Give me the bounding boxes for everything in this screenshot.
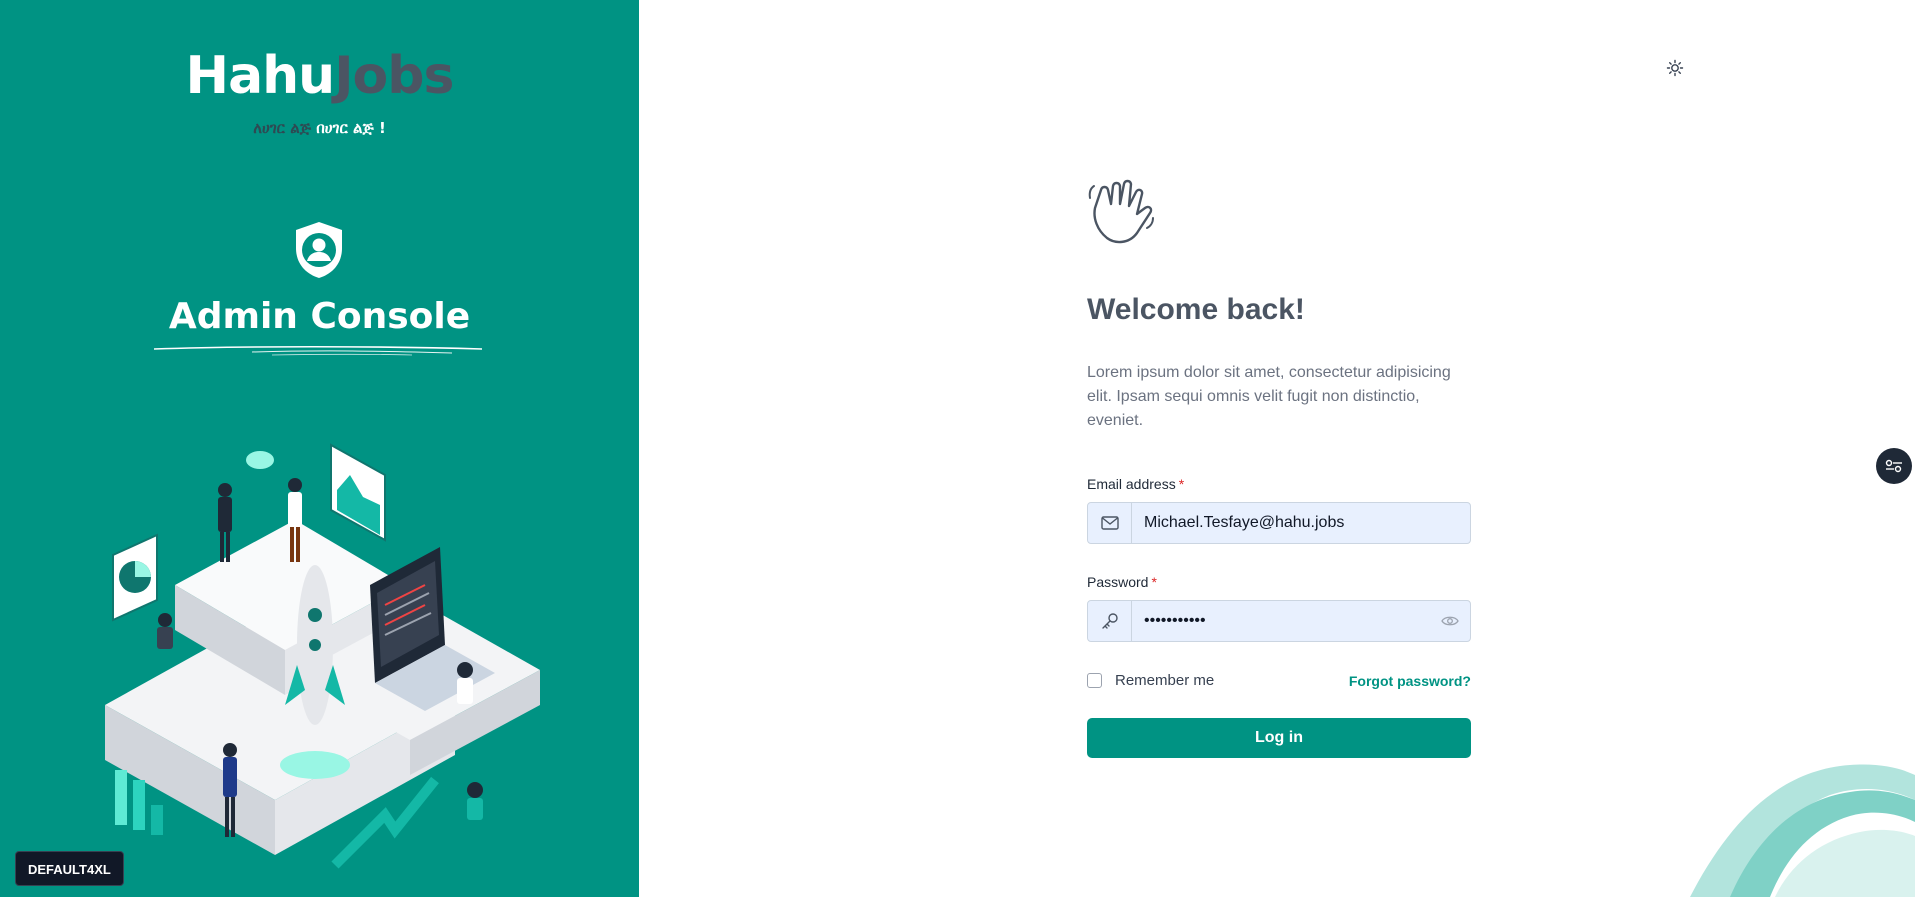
forgot-password-link[interactable]: Forgot password? bbox=[1349, 673, 1471, 689]
password-input[interactable] bbox=[1132, 601, 1430, 641]
team-illustration bbox=[105, 443, 540, 869]
title-underline bbox=[153, 345, 483, 356]
settings-toggle-icon bbox=[1885, 459, 1902, 473]
tagline: ለሀገር ልጅ በሀገር ልጅ ! bbox=[0, 119, 639, 137]
email-field bbox=[1087, 502, 1471, 544]
logo-hahu: Hahu bbox=[185, 46, 336, 106]
sun-icon[interactable] bbox=[1666, 59, 1684, 77]
shield-user-icon bbox=[292, 220, 346, 280]
environment-badge: DEFAULT4XL bbox=[15, 851, 124, 886]
required-marker: * bbox=[1151, 574, 1157, 590]
email-label-text: Email address bbox=[1087, 476, 1176, 492]
logo-jobs: Jobs bbox=[334, 46, 454, 106]
remember-me[interactable]: Remember me bbox=[1087, 672, 1214, 689]
tagline-part-2: በሀገር ልጅ ! bbox=[316, 119, 386, 137]
waving-hand-icon bbox=[1088, 179, 1154, 244]
login-button[interactable]: Log in bbox=[1087, 718, 1471, 758]
remember-me-checkbox[interactable] bbox=[1087, 673, 1102, 688]
mail-icon bbox=[1088, 503, 1132, 543]
required-marker: * bbox=[1178, 476, 1185, 492]
tagline-part-1: ለሀገር ልጅ bbox=[253, 119, 311, 137]
email-label: Email address * bbox=[1087, 476, 1184, 492]
remember-me-label: Remember me bbox=[1115, 672, 1215, 689]
password-label: Password * bbox=[1087, 574, 1157, 590]
welcome-description: Lorem ipsum dolor sit amet, consectetur … bbox=[1087, 364, 1451, 429]
password-label-text: Password bbox=[1087, 574, 1149, 590]
brand-panel: HahuJobs ለሀገር ልጅ በሀገር ልጅ ! Admin Console bbox=[0, 0, 639, 897]
decorative-waves bbox=[1690, 764, 1915, 897]
settings-toggle-button[interactable] bbox=[1876, 448, 1912, 484]
eye-icon[interactable] bbox=[1430, 601, 1470, 641]
logo: HahuJobs bbox=[0, 50, 639, 102]
page-title: Welcome back! bbox=[1087, 293, 1305, 326]
key-icon bbox=[1088, 601, 1132, 641]
console-title: Admin Console bbox=[168, 296, 471, 337]
password-field bbox=[1087, 600, 1471, 642]
email-input[interactable] bbox=[1132, 503, 1470, 543]
